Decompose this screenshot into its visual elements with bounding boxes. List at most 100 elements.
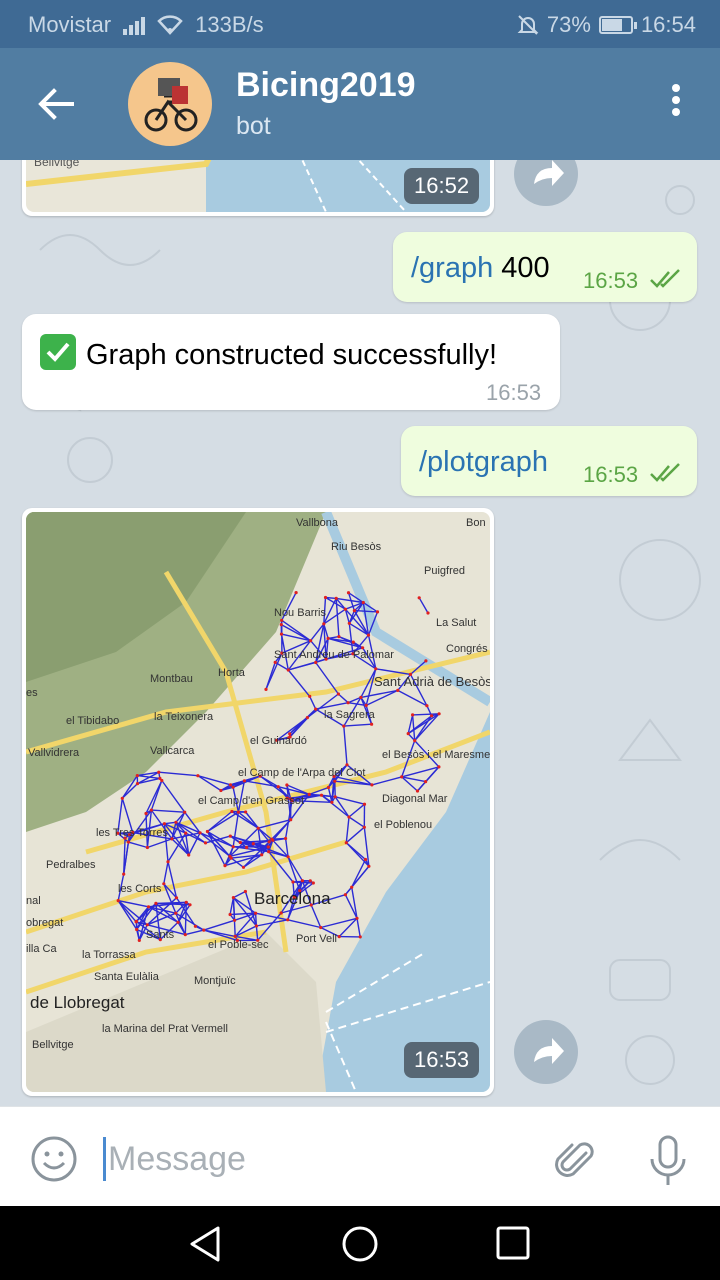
check-mark-icon — [40, 334, 76, 370]
message-text: Graph constructed successfully! — [40, 334, 497, 372]
graph-node — [279, 911, 283, 915]
navigation-bar — [0, 1206, 720, 1280]
map-label: Montbau — [150, 673, 193, 685]
graph-node — [362, 825, 366, 829]
map-label: el Besòs i el Maresme — [382, 749, 490, 761]
graph-node — [279, 632, 284, 636]
emoji-icon[interactable] — [30, 1135, 78, 1183]
chat-title[interactable]: Bicing2019 — [236, 66, 416, 105]
map-label: el Poble-sec — [208, 939, 269, 951]
outgoing-message[interactable]: /graph 400 16:53 — [393, 232, 697, 302]
graph-node — [291, 880, 295, 884]
mute-icon — [517, 15, 539, 35]
graph-node — [342, 724, 346, 728]
graph-node — [241, 865, 246, 869]
map-label: Horta — [218, 667, 246, 679]
back-arrow-icon[interactable] — [30, 78, 82, 130]
graph-node — [187, 853, 191, 857]
nav-back-icon[interactable] — [186, 1224, 226, 1264]
graph-node — [188, 903, 192, 907]
graph-node — [270, 837, 274, 841]
graph-node — [122, 872, 126, 876]
graph-node — [233, 934, 237, 938]
message-input[interactable] — [108, 1137, 528, 1181]
graph-node — [375, 610, 380, 614]
message-list[interactable]: Bellvitge 16:52 /graph 400 16:53 Graph c… — [0, 160, 720, 1106]
graph-node — [289, 818, 293, 822]
map-label: el Poblenou — [374, 819, 432, 831]
nav-home-icon[interactable] — [340, 1224, 380, 1264]
outgoing-message[interactable]: /plotgraph 16:53 — [401, 426, 697, 496]
network-speed: 133B/s — [195, 12, 264, 37]
graph-node — [170, 837, 174, 841]
map-label: Puigfred — [424, 565, 465, 577]
bot-avatar[interactable] — [128, 62, 212, 146]
graph-node — [256, 826, 260, 830]
graph-node — [251, 842, 255, 846]
graph-node — [347, 621, 351, 625]
map-label: La Salut — [436, 617, 476, 629]
read-receipt-icon — [650, 463, 680, 482]
bicycle-icon — [144, 78, 198, 132]
map-label: Vallbona — [296, 517, 339, 529]
graph-node — [202, 928, 206, 932]
graph-node — [437, 765, 441, 769]
graph-node — [183, 810, 187, 814]
map-label: Sants — [146, 929, 175, 941]
graph-node — [314, 660, 318, 665]
photo-message[interactable]: Bellvitge 16:52 — [22, 160, 494, 216]
more-options-icon[interactable] — [660, 84, 692, 124]
graph-node — [319, 925, 323, 930]
graph-node — [219, 788, 223, 793]
graph-node — [135, 927, 139, 932]
graph-node — [370, 783, 374, 787]
graph-node — [174, 896, 179, 900]
nav-recents-icon[interactable] — [494, 1224, 534, 1264]
attach-icon[interactable] — [552, 1137, 600, 1185]
graph-node — [326, 636, 330, 640]
graph-node — [347, 815, 351, 819]
graph-node — [264, 687, 268, 691]
message-time: 16:52 — [404, 168, 480, 204]
graph-node — [284, 836, 288, 841]
map-label: la Sagrera — [324, 709, 376, 721]
graph-node — [355, 916, 359, 920]
map-label: de Llobregat — [30, 993, 125, 1012]
graph-node — [330, 800, 334, 804]
graph-node — [166, 860, 170, 864]
graph-node — [126, 840, 130, 844]
graph-node — [364, 703, 368, 707]
map-label: illa Ca — [26, 943, 57, 955]
graph-node — [366, 633, 371, 637]
graph-node — [238, 840, 242, 845]
graph-node — [183, 933, 187, 937]
graph-node — [345, 763, 349, 767]
graph-node — [367, 864, 371, 868]
graph-node — [176, 920, 180, 924]
graph-node — [305, 716, 309, 720]
battery-icon — [598, 16, 637, 34]
graph-node — [233, 918, 237, 922]
graph-node — [344, 841, 348, 845]
map-label: Santa Eulàlia — [94, 971, 160, 983]
command-link[interactable]: /graph — [411, 252, 493, 284]
graph-node — [337, 935, 341, 939]
message-time: 16:53 — [583, 268, 639, 293]
graph-node — [267, 840, 271, 844]
text-caret — [103, 1137, 106, 1181]
graph-node — [396, 688, 400, 692]
message-time: 16:53 — [486, 380, 542, 405]
graph-node — [359, 695, 363, 699]
share-button[interactable] — [514, 160, 578, 206]
map-label: Montjuïc — [194, 975, 236, 987]
microphone-icon[interactable] — [646, 1135, 690, 1187]
graph-edge — [271, 837, 286, 840]
photo-message[interactable]: Vallbona Riu Besòs Puigfred Nou Barris La Sa… — [22, 508, 494, 1096]
graph-node — [196, 774, 200, 778]
graph-node — [319, 793, 324, 797]
graph-node — [334, 596, 338, 600]
share-button[interactable] — [514, 1020, 578, 1084]
command-link[interactable]: /plotgraph — [419, 446, 548, 478]
graph-node — [361, 600, 365, 605]
incoming-message[interactable]: Graph constructed successfully! 16:53 — [22, 314, 560, 410]
